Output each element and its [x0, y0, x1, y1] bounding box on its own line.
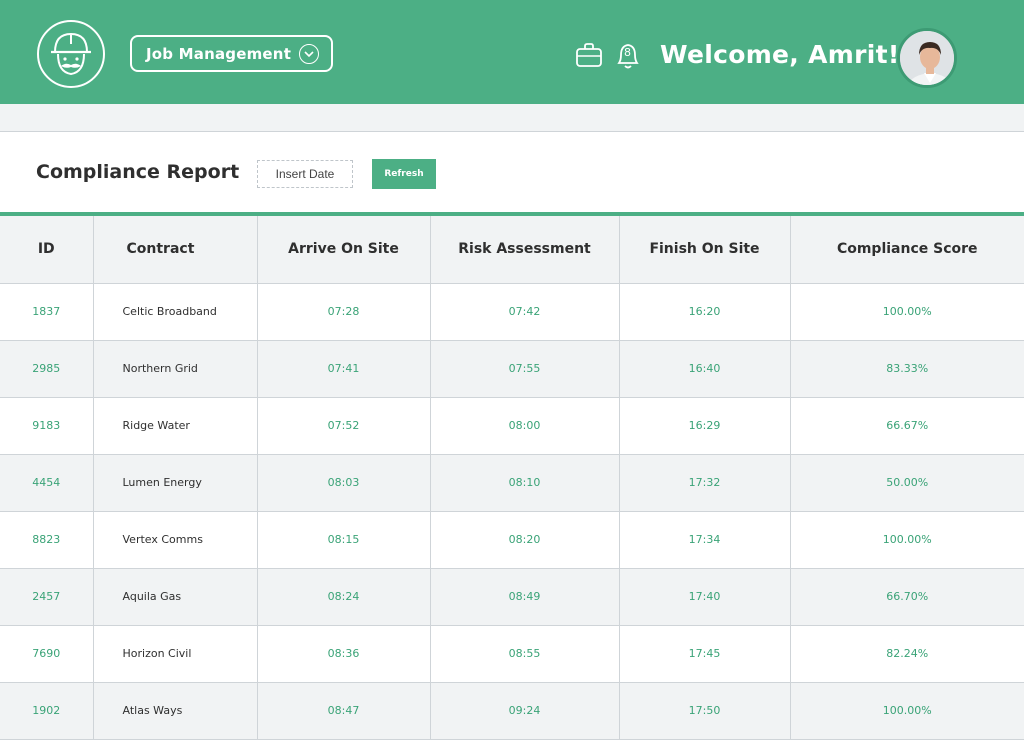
cell-id: 8823: [0, 511, 94, 569]
cell-id: 4454: [0, 454, 94, 512]
cell-contract: Lumen Energy: [93, 454, 258, 512]
cell-score: 100.00%: [790, 511, 1024, 569]
table-header-row: ID Contract Arrive On Site Risk Assessme…: [0, 216, 1024, 284]
cell-arrive: 08:36: [257, 625, 431, 683]
welcome-text: Welcome, Amrit!: [660, 40, 900, 69]
cell-arrive: 08:47: [257, 682, 431, 740]
cell-risk: 08:55: [430, 625, 620, 683]
column-header-arrive[interactable]: Arrive On Site: [257, 216, 431, 284]
cell-score: 66.67%: [790, 397, 1024, 455]
cell-risk: 07:42: [430, 283, 620, 341]
cell-finish: 17:45: [619, 625, 791, 683]
job-management-dropdown[interactable]: Job Management: [130, 35, 333, 72]
notification-count: 8: [624, 46, 631, 59]
cell-arrive: 07:41: [257, 340, 431, 398]
table-row[interactable]: 1902 Atlas Ways 08:47 09:24 17:50 100.00…: [0, 682, 1024, 740]
cell-score: 66.70%: [790, 568, 1024, 626]
header-spacer: [0, 104, 1024, 132]
column-header-finish[interactable]: Finish On Site: [619, 216, 791, 284]
cell-finish: 17:32: [619, 454, 791, 512]
cell-score: 83.33%: [790, 340, 1024, 398]
bell-icon[interactable]: 8: [614, 41, 642, 71]
date-input[interactable]: [257, 160, 353, 188]
cell-finish: 17:40: [619, 568, 791, 626]
cell-risk: 08:49: [430, 568, 620, 626]
table-row[interactable]: 8823 Vertex Comms 08:15 08:20 17:34 100.…: [0, 511, 1024, 569]
cell-risk: 07:55: [430, 340, 620, 398]
table-row[interactable]: 9183 Ridge Water 07:52 08:00 16:29 66.67…: [0, 397, 1024, 455]
nav-label: Job Management: [146, 44, 292, 63]
chevron-down-icon: [299, 44, 319, 64]
column-header-score[interactable]: Compliance Score: [790, 216, 1024, 284]
cell-risk: 09:24: [430, 682, 620, 740]
cell-id: 7690: [0, 625, 94, 683]
cell-finish: 16:20: [619, 283, 791, 341]
cell-arrive: 07:28: [257, 283, 431, 341]
worker-logo-icon[interactable]: [37, 20, 105, 88]
cell-finish: 16:29: [619, 397, 791, 455]
cell-id: 2985: [0, 340, 94, 398]
table-row[interactable]: 7690 Horizon Civil 08:36 08:55 17:45 82.…: [0, 625, 1024, 683]
page-title: Compliance Report: [36, 161, 240, 183]
cell-risk: 08:20: [430, 511, 620, 569]
cell-contract: Atlas Ways: [93, 682, 258, 740]
cell-contract: Horizon Civil: [93, 625, 258, 683]
table-row[interactable]: 2457 Aquila Gas 08:24 08:49 17:40 66.70%: [0, 568, 1024, 626]
cell-id: 2457: [0, 568, 94, 626]
cell-id: 9183: [0, 397, 94, 455]
cell-score: 100.00%: [790, 283, 1024, 341]
column-header-contract[interactable]: Contract: [93, 216, 258, 284]
cell-arrive: 08:15: [257, 511, 431, 569]
compliance-table: ID Contract Arrive On Site Risk Assessme…: [0, 216, 1024, 740]
cell-id: 1902: [0, 682, 94, 740]
cell-score: 82.24%: [790, 625, 1024, 683]
cell-contract: Ridge Water: [93, 397, 258, 455]
cell-score: 50.00%: [790, 454, 1024, 512]
cell-finish: 16:40: [619, 340, 791, 398]
avatar[interactable]: [897, 28, 957, 88]
cell-arrive: 08:03: [257, 454, 431, 512]
cell-risk: 08:10: [430, 454, 620, 512]
cell-contract: Celtic Broadband: [93, 283, 258, 341]
cell-contract: Aquila Gas: [93, 568, 258, 626]
table-row[interactable]: 4454 Lumen Energy 08:03 08:10 17:32 50.0…: [0, 454, 1024, 512]
cell-finish: 17:34: [619, 511, 791, 569]
cell-risk: 08:00: [430, 397, 620, 455]
cell-contract: Vertex Comms: [93, 511, 258, 569]
table-row[interactable]: 2985 Northern Grid 07:41 07:55 16:40 83.…: [0, 340, 1024, 398]
cell-arrive: 08:24: [257, 568, 431, 626]
column-header-id[interactable]: ID: [0, 216, 94, 284]
cell-contract: Northern Grid: [93, 340, 258, 398]
column-header-risk[interactable]: Risk Assessment: [430, 216, 620, 284]
refresh-button[interactable]: Refresh: [372, 159, 436, 189]
table-row[interactable]: 1837 Celtic Broadband 07:28 07:42 16:20 …: [0, 283, 1024, 341]
cell-finish: 17:50: [619, 682, 791, 740]
cell-arrive: 07:52: [257, 397, 431, 455]
cell-score: 100.00%: [790, 682, 1024, 740]
briefcase-icon[interactable]: [575, 42, 603, 72]
cell-id: 1837: [0, 283, 94, 341]
app-header: Job Management 8 Welcome, Amrit!: [0, 0, 1024, 104]
